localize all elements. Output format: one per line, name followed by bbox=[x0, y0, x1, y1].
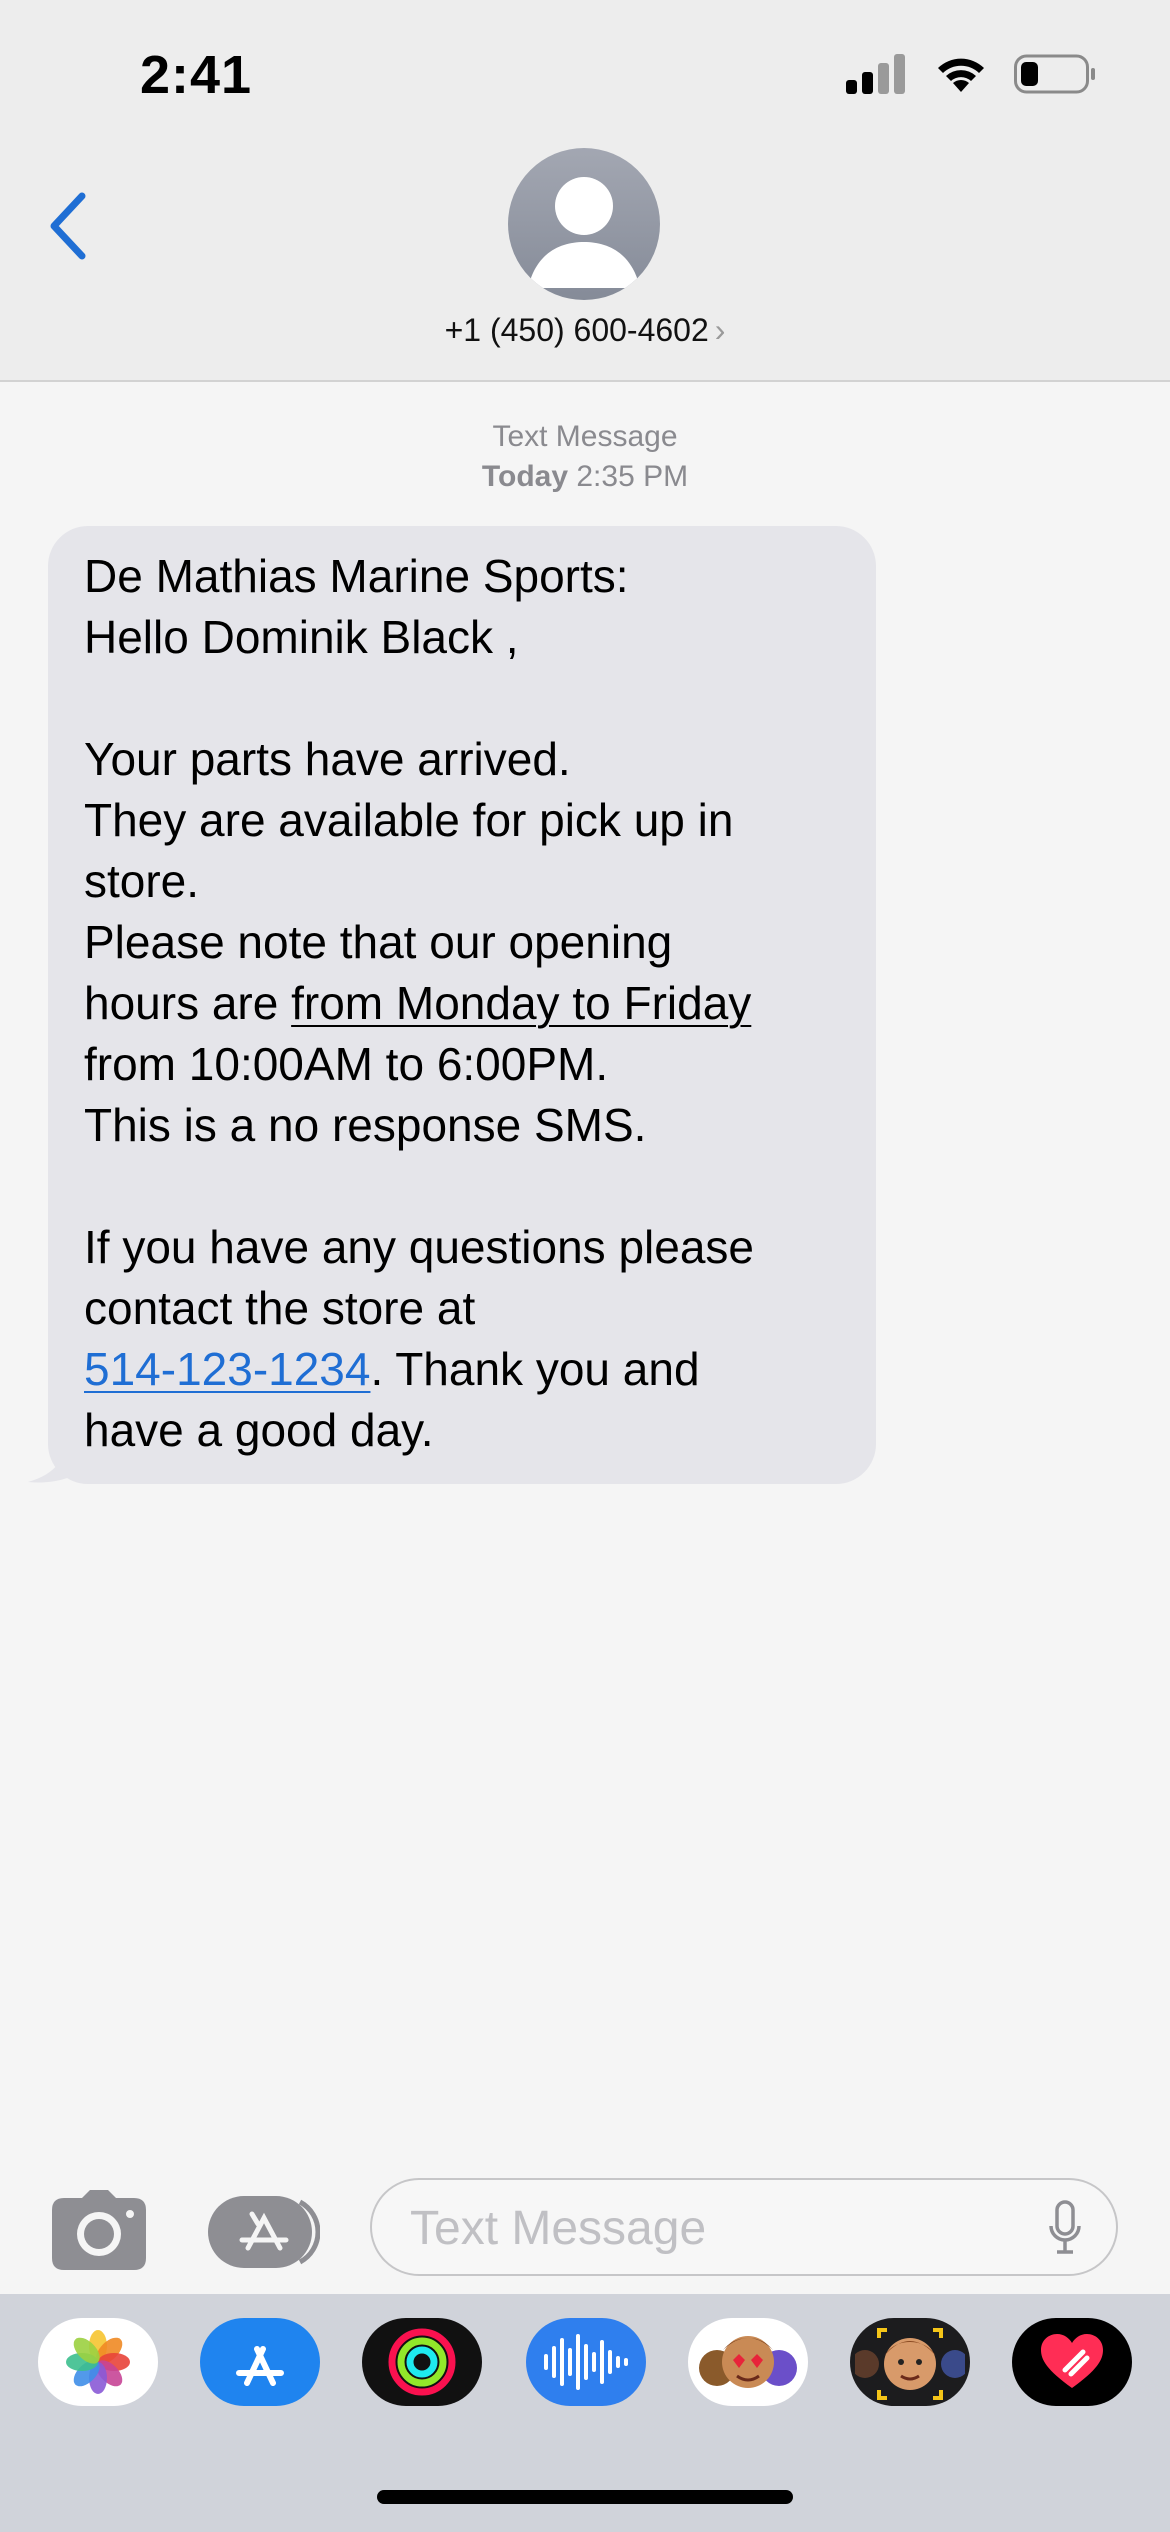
message-input[interactable] bbox=[408, 2192, 1012, 2264]
memoji-app-button[interactable] bbox=[850, 2318, 970, 2406]
battery-icon bbox=[1014, 54, 1095, 94]
digital-touch-icon bbox=[1041, 2334, 1103, 2388]
photos-app-button[interactable] bbox=[38, 2318, 158, 2406]
store-phone-link[interactable]: 514-123-1234 bbox=[84, 1343, 370, 1395]
app-store-icon bbox=[236, 2346, 284, 2386]
timestamp-time: 2:35 PM bbox=[576, 460, 689, 493]
app-store-drawer-icon[interactable] bbox=[208, 2196, 320, 2268]
home-indicator[interactable] bbox=[377, 2490, 793, 2504]
animoji-app-button[interactable] bbox=[688, 2318, 808, 2406]
message-line: have a good day. bbox=[84, 1404, 434, 1456]
animoji-icon bbox=[699, 2336, 797, 2388]
back-chevron-icon[interactable] bbox=[42, 186, 98, 266]
activity-app-button[interactable] bbox=[362, 2318, 482, 2406]
message-timestamp: Today 2:35 PM bbox=[0, 460, 1170, 494]
bubble-tail bbox=[28, 1430, 86, 1483]
message-line: If you have any questions please bbox=[84, 1221, 755, 1273]
audio-message-app-button[interactable] bbox=[526, 2318, 646, 2406]
message-text: De Mathias Marine Sports: Hello Dominik … bbox=[84, 546, 864, 1461]
message-line: De Mathias Marine Sports: bbox=[84, 550, 629, 602]
message-text-segment: hours are bbox=[84, 977, 292, 1029]
camera-icon[interactable] bbox=[52, 2190, 146, 2270]
message-line: hours are from Monday to Friday bbox=[84, 973, 864, 1034]
wifi-icon bbox=[938, 58, 984, 92]
photos-icon bbox=[66, 2330, 130, 2394]
microphone-icon[interactable] bbox=[1048, 2200, 1082, 2256]
message-line: store. bbox=[84, 855, 200, 907]
message-line: Your parts have arrived. bbox=[84, 733, 571, 785]
audio-message-icon bbox=[544, 2334, 628, 2390]
message-line: They are available for pick up in bbox=[84, 794, 734, 846]
conversation-header: 2:41 +1 (450) 600-4602 › bbox=[0, 0, 1170, 382]
message-compose-field[interactable] bbox=[370, 2178, 1118, 2276]
message-line: contact the store at bbox=[84, 1282, 476, 1334]
digital-touch-app-button[interactable] bbox=[1012, 2318, 1132, 2406]
memoji-icon bbox=[855, 2328, 965, 2400]
cellular-signal-icon bbox=[846, 54, 905, 94]
date-range-link[interactable]: from Monday to Friday bbox=[291, 977, 751, 1029]
message-text-segment: . Thank you and bbox=[370, 1343, 700, 1395]
timestamp-day: Today bbox=[481, 460, 569, 493]
message-line: Please note that our opening bbox=[84, 916, 673, 968]
message-line: 514-123-1234. Thank you and bbox=[84, 1339, 864, 1400]
app-store-app-button[interactable] bbox=[200, 2318, 320, 2406]
contact-phone-number: +1 (450) 600-4602 bbox=[444, 312, 709, 348]
message-line: This is a no response SMS. bbox=[84, 1099, 647, 1151]
message-line: from 10:00AM to 6:00PM. bbox=[84, 1038, 609, 1090]
chevron-right-icon: › bbox=[714, 312, 726, 348]
contact-name-row[interactable]: +1 (450) 600-4602 › bbox=[0, 312, 1170, 349]
service-label: Text Message bbox=[492, 420, 678, 453]
status-icons bbox=[846, 54, 1096, 94]
status-time: 2:41 bbox=[140, 45, 253, 105]
message-line: Hello Dominik Black , bbox=[84, 611, 519, 663]
person-silhouette-icon bbox=[528, 177, 640, 288]
activity-icon bbox=[388, 2328, 456, 2396]
contact-avatar[interactable] bbox=[508, 148, 660, 300]
